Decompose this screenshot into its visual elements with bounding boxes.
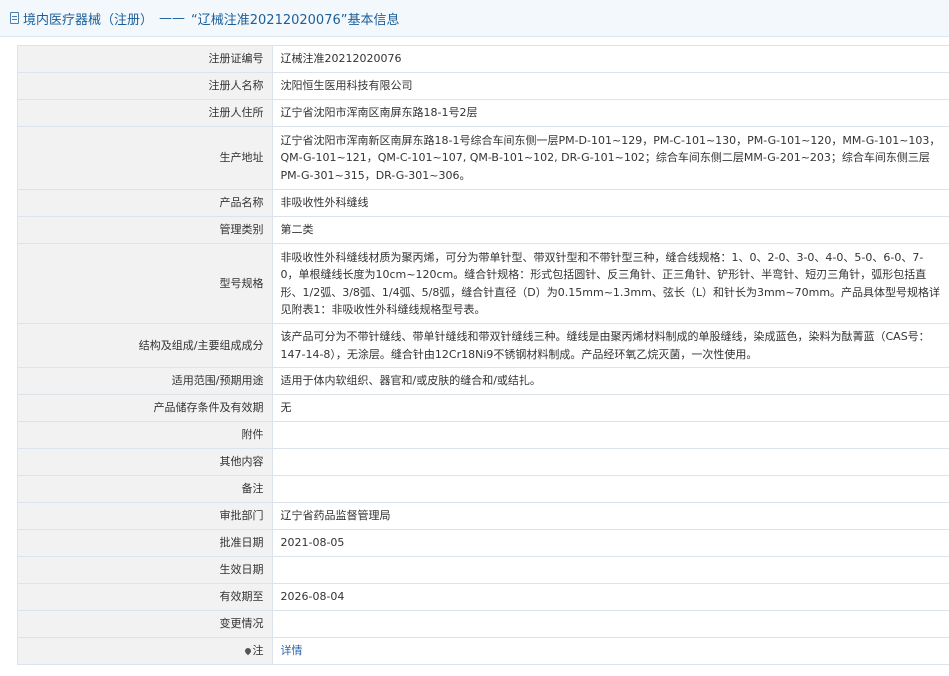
row-value: [272, 421, 949, 449]
row-other: 其他内容: [18, 448, 949, 476]
row-label: 管理类别: [18, 216, 273, 244]
row-management-class: 管理类别 第二类: [18, 216, 949, 244]
note-label: 注: [252, 644, 264, 658]
row-label: 注: [18, 637, 273, 665]
row-value: 详情: [272, 637, 949, 665]
row-value: 非吸收性外科缝线: [272, 189, 949, 217]
row-label: 注册证编号: [18, 46, 273, 73]
row-label: 适用范围/预期用途: [18, 367, 273, 395]
header-category: 境内医疗器械（注册）: [23, 12, 154, 28]
row-value: 无: [272, 394, 949, 422]
info-panel: 注册证编号 辽械注准20212020076 注册人名称 沈阳恒生医用科技有限公司…: [17, 45, 949, 665]
document-icon: [10, 12, 19, 24]
row-label: 批准日期: [18, 529, 273, 557]
row-label: 注册人名称: [18, 72, 273, 100]
row-remarks: 备注: [18, 475, 949, 503]
row-label: 型号规格: [18, 243, 273, 324]
row-label: 生产地址: [18, 126, 273, 190]
row-value: 辽宁省沈阳市浑南区南屏东路18-1号2层: [272, 99, 949, 127]
row-value: 辽宁省沈阳市浑南新区南屏东路18-1号综合车间东侧一层PM-D-101~129，…: [272, 126, 949, 190]
row-value: [272, 475, 949, 503]
row-label: 产品名称: [18, 189, 273, 217]
row-value: 辽宁省药品监督管理局: [272, 502, 949, 530]
row-approval-date: 批准日期 2021-08-05: [18, 529, 949, 557]
row-value: 沈阳恒生医用科技有限公司: [272, 72, 949, 100]
row-value: 2026-08-04: [272, 583, 949, 611]
row-label: 产品储存条件及有效期: [18, 394, 273, 422]
row-label: 备注: [18, 475, 273, 503]
row-valid-until: 有效期至 2026-08-04: [18, 583, 949, 611]
row-changes: 变更情况: [18, 610, 949, 638]
row-label: 有效期至: [18, 583, 273, 611]
row-effective-date: 生效日期: [18, 556, 949, 584]
row-note: 注 详情: [18, 637, 949, 665]
row-registrant-address: 注册人住所 辽宁省沈阳市浑南区南屏东路18-1号2层: [18, 99, 949, 127]
header-separator: ——: [159, 10, 186, 26]
row-storage: 产品储存条件及有效期 无: [18, 394, 949, 422]
row-structure: 结构及组成/主要组成成分 该产品可分为不带针缝线、带单针缝线和带双针缝线三种。缝…: [18, 323, 949, 368]
row-label: 附件: [18, 421, 273, 449]
pin-icon: [243, 647, 252, 656]
row-registrant-name: 注册人名称 沈阳恒生医用科技有限公司: [18, 72, 949, 100]
row-value: 非吸收性外科缝线材质为聚丙烯，可分为带单针型、带双针型和不带针型三种，缝合线规格…: [272, 243, 949, 324]
row-value: 适用于体内软组织、器官和/或皮肤的缝合和/或结扎。: [272, 367, 949, 395]
row-label: 变更情况: [18, 610, 273, 638]
row-label: 注册人住所: [18, 99, 273, 127]
row-value: [272, 448, 949, 476]
row-value: 2021-08-05: [272, 529, 949, 557]
row-value: [272, 610, 949, 638]
row-attachments: 附件: [18, 421, 949, 449]
row-value: 该产品可分为不带针缝线、带单针缝线和带双针缝线三种。缝线是由聚丙烯材料制成的单股…: [272, 323, 949, 368]
details-link[interactable]: 详情: [281, 644, 303, 657]
page-header: 境内医疗器械（注册） —— “辽械注准20212020076”基本信息: [0, 0, 949, 37]
row-scope: 适用范围/预期用途 适用于体内软组织、器官和/或皮肤的缝合和/或结扎。: [18, 367, 949, 395]
info-table: 注册证编号 辽械注准20212020076 注册人名称 沈阳恒生医用科技有限公司…: [18, 46, 949, 665]
row-model-spec: 型号规格 非吸收性外科缝线材质为聚丙烯，可分为带单针型、带双针型和不带针型三种，…: [18, 243, 949, 324]
row-registration-number: 注册证编号 辽械注准20212020076: [18, 46, 949, 73]
row-value: [272, 556, 949, 584]
row-approval-dept: 审批部门 辽宁省药品监督管理局: [18, 502, 949, 530]
row-label: 生效日期: [18, 556, 273, 584]
row-product-name: 产品名称 非吸收性外科缝线: [18, 189, 949, 217]
header-title: “辽械注准20212020076”基本信息: [191, 12, 400, 28]
row-value: 辽械注准20212020076: [272, 46, 949, 73]
row-production-address: 生产地址 辽宁省沈阳市浑南新区南屏东路18-1号综合车间东侧一层PM-D-101…: [18, 126, 949, 190]
row-value: 第二类: [272, 216, 949, 244]
row-label: 其他内容: [18, 448, 273, 476]
row-label: 审批部门: [18, 502, 273, 530]
row-label: 结构及组成/主要组成成分: [18, 323, 273, 368]
